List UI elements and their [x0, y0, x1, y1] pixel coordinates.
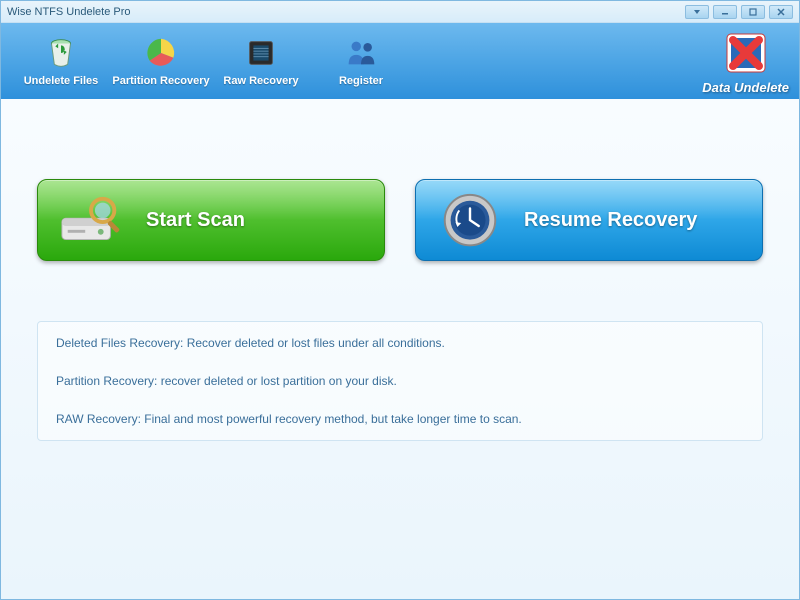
- toolbar-raw-recovery[interactable]: Raw Recovery: [211, 34, 311, 88]
- toolbar-label: Register: [339, 75, 383, 88]
- info-deleted-files: Deleted Files Recovery: Recover deleted …: [56, 336, 744, 350]
- app-logo: Data Undelete: [702, 28, 789, 95]
- recycle-bin-icon: [42, 34, 80, 72]
- people-icon: [342, 34, 380, 72]
- pie-chart-icon: [142, 34, 180, 72]
- titlebar: Wise NTFS Undelete Pro: [1, 1, 799, 23]
- window-controls: [685, 5, 793, 19]
- toolbar-label: Partition Recovery: [112, 75, 209, 88]
- toolbar: Undelete Files Partition Recovery Raw Re…: [1, 23, 799, 99]
- window-title: Wise NTFS Undelete Pro: [7, 6, 685, 18]
- toolbar-label: Undelete Files: [24, 75, 99, 88]
- logo-text: Data Undelete: [702, 80, 789, 95]
- toolbar-partition-recovery[interactable]: Partition Recovery: [111, 34, 211, 88]
- action-buttons: Start Scan Resume Recovery: [37, 179, 763, 261]
- close-button[interactable]: [769, 5, 793, 19]
- info-raw-recovery: RAW Recovery: Final and most powerful re…: [56, 412, 744, 426]
- logo-icon: [721, 28, 771, 78]
- start-scan-button[interactable]: Start Scan: [37, 179, 385, 261]
- info-panel: Deleted Files Recovery: Recover deleted …: [37, 321, 763, 441]
- drive-search-icon: [58, 190, 126, 250]
- toolbar-undelete-files[interactable]: Undelete Files: [11, 34, 111, 88]
- info-partition-recovery: Partition Recovery: recover deleted or l…: [56, 374, 744, 388]
- start-scan-label: Start Scan: [146, 209, 364, 232]
- toolbar-label: Raw Recovery: [223, 75, 298, 88]
- maximize-button[interactable]: [741, 5, 765, 19]
- toolbar-register[interactable]: Register: [311, 34, 411, 88]
- app-window: Wise NTFS Undelete Pro Undelete Files Pa…: [0, 0, 800, 600]
- dropdown-button[interactable]: [685, 5, 709, 19]
- resume-recovery-button[interactable]: Resume Recovery: [415, 179, 763, 261]
- chip-icon: [242, 34, 280, 72]
- main-content: Start Scan Resume Recovery Deleted Files…: [1, 99, 799, 599]
- minimize-button[interactable]: [713, 5, 737, 19]
- resume-recovery-label: Resume Recovery: [524, 209, 742, 232]
- clock-restore-icon: [436, 190, 504, 250]
